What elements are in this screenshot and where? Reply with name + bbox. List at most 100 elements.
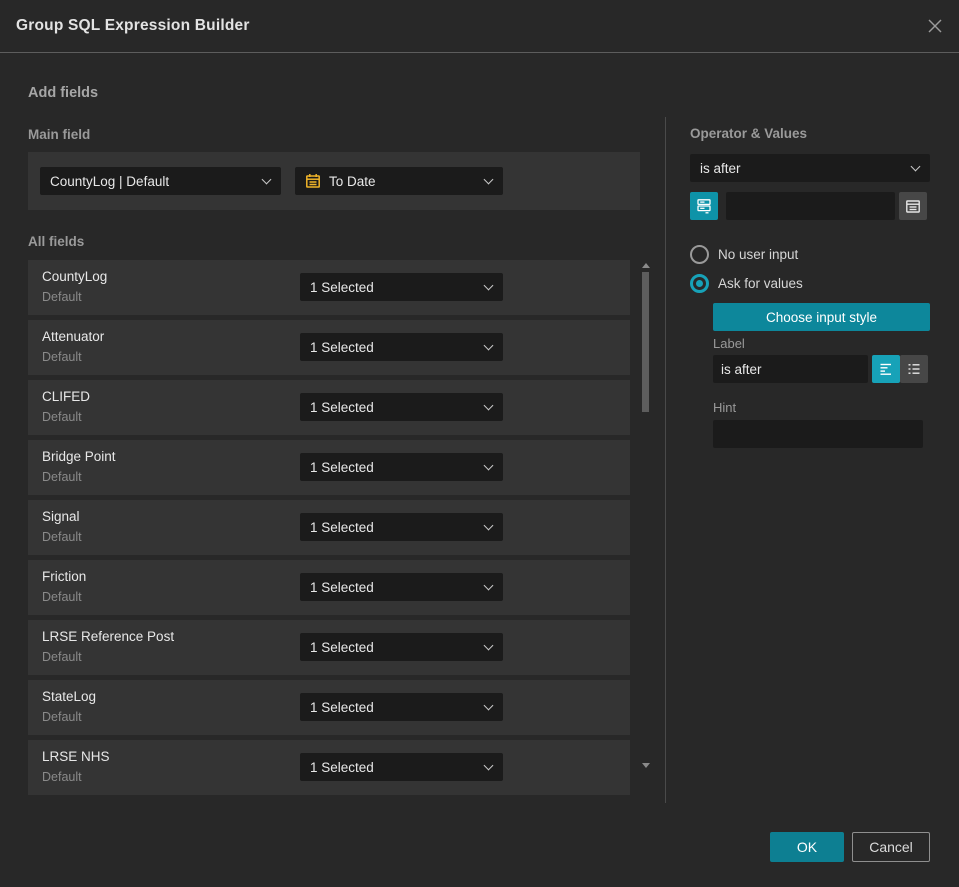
field-sub: Default	[42, 650, 82, 664]
scroll-up-icon[interactable]	[642, 263, 650, 268]
selected-count-select[interactable]: 1 Selected	[300, 513, 503, 541]
operator-values-heading: Operator & Values	[690, 126, 808, 141]
field-sub: Default	[42, 710, 82, 724]
dialog-header: Group SQL Expression Builder	[0, 0, 959, 53]
add-fields-heading: Add fields	[28, 85, 99, 101]
value-source-button[interactable]	[690, 192, 718, 220]
ok-button[interactable]: OK	[770, 832, 844, 862]
field-row: Attenuator Default 1 Selected	[28, 320, 630, 375]
radio-label: No user input	[718, 247, 799, 262]
field-sub: Default	[42, 350, 82, 364]
chevron-down-icon	[261, 174, 272, 185]
hint-input[interactable]	[713, 420, 923, 448]
radio-checked-icon	[690, 274, 709, 293]
radio-no-user-input[interactable]: No user input	[690, 245, 798, 264]
dialog-title: Group SQL Expression Builder	[16, 17, 250, 34]
date-type-select[interactable]: To Date	[295, 167, 503, 195]
all-fields-label: All fields	[28, 234, 85, 249]
selected-count-value: 1 Selected	[310, 279, 374, 295]
field-name: LRSE NHS	[42, 749, 110, 764]
operator-select-value: is after	[700, 160, 741, 176]
field-sub: Default	[42, 590, 82, 604]
field-row: StateLog Default 1 Selected	[28, 680, 630, 735]
chevron-down-icon	[483, 460, 494, 471]
field-name: Bridge Point	[42, 449, 116, 464]
selected-count-select[interactable]: 1 Selected	[300, 573, 503, 601]
field-name: CountyLog	[42, 269, 108, 284]
calendar-icon	[305, 173, 321, 189]
align-left-icon	[880, 363, 891, 375]
field-name: CLIFED	[42, 389, 91, 404]
label-field-label: Label	[713, 336, 745, 351]
chevron-down-icon	[483, 400, 494, 411]
group-sql-expression-builder-dialog: Group SQL Expression Builder Add fields …	[0, 0, 959, 887]
scroll-down-icon[interactable]	[642, 763, 650, 768]
selected-count-select[interactable]: 1 Selected	[300, 453, 503, 481]
radio-label: Ask for values	[718, 276, 803, 291]
selected-count-value: 1 Selected	[310, 399, 374, 415]
field-row: CountyLog Default 1 Selected	[28, 260, 630, 315]
list-input-style-button[interactable]	[900, 355, 928, 383]
date-value-input[interactable]	[726, 192, 895, 220]
selected-count-value: 1 Selected	[310, 339, 374, 355]
chevron-down-icon	[483, 520, 494, 531]
selected-count-value: 1 Selected	[310, 699, 374, 715]
list-scrollbar[interactable]	[640, 261, 652, 770]
chevron-down-icon	[483, 640, 494, 651]
chevron-down-icon	[483, 580, 494, 591]
field-row: CLIFED Default 1 Selected	[28, 380, 630, 435]
selected-count-select[interactable]: 1 Selected	[300, 393, 503, 421]
chevron-down-icon	[483, 700, 494, 711]
choose-input-style-button[interactable]: Choose input style	[713, 303, 930, 331]
main-field-select[interactable]: CountyLog | Default	[40, 167, 281, 195]
chevron-down-icon	[483, 280, 494, 291]
main-field-select-value: CountyLog | Default	[50, 173, 170, 189]
list-icon	[908, 364, 920, 374]
column-divider	[665, 117, 666, 803]
selected-count-value: 1 Selected	[310, 519, 374, 535]
operator-select[interactable]: is after	[690, 154, 930, 182]
field-row: Signal Default 1 Selected	[28, 500, 630, 555]
field-row: LRSE NHS Default 1 Selected	[28, 740, 630, 795]
field-name: LRSE Reference Post	[42, 629, 175, 644]
calendar-icon	[906, 200, 920, 213]
selected-count-select[interactable]: 1 Selected	[300, 273, 503, 301]
field-name: StateLog	[42, 689, 97, 704]
label-input[interactable]	[713, 355, 868, 383]
cancel-button[interactable]: Cancel	[852, 832, 930, 862]
field-sub: Default	[42, 410, 82, 424]
chevron-down-icon	[910, 161, 921, 172]
close-icon	[928, 19, 942, 33]
field-row: LRSE Reference Post Default 1 Selected	[28, 620, 630, 675]
field-name: Attenuator	[42, 329, 105, 344]
field-sub: Default	[42, 470, 82, 484]
main-field-label: Main field	[28, 127, 91, 142]
chevron-down-icon	[483, 760, 494, 771]
field-sub: Default	[42, 770, 82, 784]
selected-count-value: 1 Selected	[310, 759, 374, 775]
date-picker-button[interactable]	[899, 192, 927, 220]
selected-count-value: 1 Selected	[310, 459, 374, 475]
field-sub: Default	[42, 530, 82, 544]
selected-count-select[interactable]: 1 Selected	[300, 633, 503, 661]
stacked-list-icon	[697, 199, 711, 214]
selected-count-value: 1 Selected	[310, 579, 374, 595]
selected-count-select[interactable]: 1 Selected	[300, 333, 503, 361]
close-button[interactable]	[925, 16, 945, 36]
chevron-down-icon	[483, 340, 494, 351]
selected-count-select[interactable]: 1 Selected	[300, 753, 503, 781]
chevron-down-icon	[483, 174, 494, 185]
radio-icon	[690, 245, 709, 264]
selected-count-value: 1 Selected	[310, 639, 374, 655]
field-name: Friction	[42, 569, 87, 584]
hint-field-label: Hint	[713, 400, 737, 415]
field-name: Signal	[42, 509, 80, 524]
single-input-style-button[interactable]	[872, 355, 900, 383]
field-row: Friction Default 1 Selected	[28, 560, 630, 615]
selected-count-select[interactable]: 1 Selected	[300, 693, 503, 721]
scrollbar-thumb[interactable]	[642, 272, 649, 412]
date-type-select-value: To Date	[329, 173, 376, 189]
field-sub: Default	[42, 290, 82, 304]
radio-ask-for-values[interactable]: Ask for values	[690, 274, 803, 293]
main-field-panel: CountyLog | Default To Date	[28, 152, 640, 210]
